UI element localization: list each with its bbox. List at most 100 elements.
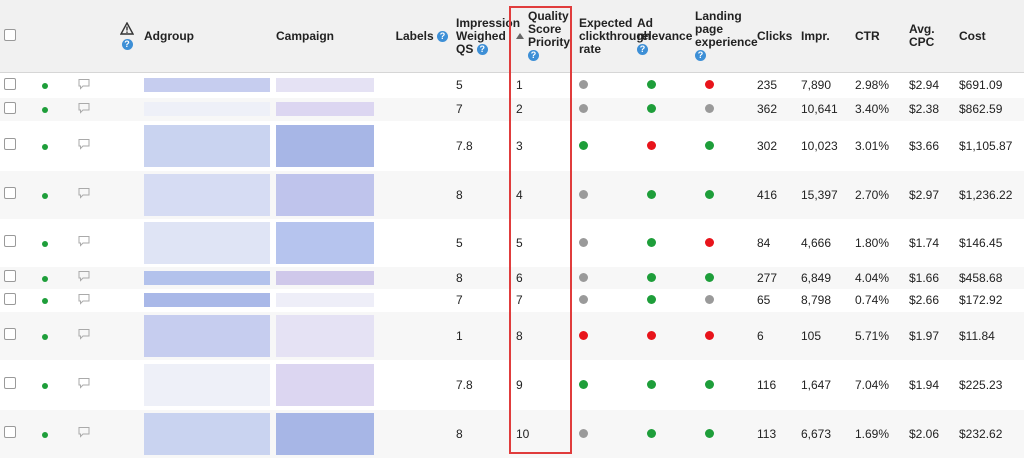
checkbox-cell[interactable] <box>0 170 38 219</box>
campaign-cell[interactable] <box>272 266 390 289</box>
comment-cell[interactable] <box>74 121 110 171</box>
ad-relevance-cell <box>633 170 691 219</box>
row-checkbox[interactable] <box>4 187 16 199</box>
comment-cell[interactable] <box>74 170 110 219</box>
row-checkbox[interactable] <box>4 77 16 90</box>
row-checkbox[interactable] <box>4 270 16 282</box>
status-cell <box>38 266 74 289</box>
warning-help-icon[interactable]: ? <box>121 38 133 50</box>
campaign-header[interactable]: Campaign <box>272 0 390 73</box>
adgroup-cell[interactable] <box>140 289 272 312</box>
adgroup-cell[interactable] <box>140 121 272 171</box>
checkbox-cell[interactable] <box>0 121 38 171</box>
enabled-status-icon <box>42 240 48 247</box>
adgroup-cell[interactable] <box>140 360 272 410</box>
table-row[interactable]: 8 6 277 6,849 4.04% $1.66 $458.68 <box>0 266 1024 289</box>
comment-icon[interactable] <box>78 102 90 114</box>
table-row[interactable]: 7.8 3 302 10,023 3.01% $3.66 $1,105.87 <box>0 121 1024 171</box>
labels-header[interactable]: Labels ? <box>390 0 452 73</box>
comment-icon[interactable] <box>78 270 90 282</box>
campaign-cell[interactable] <box>272 97 390 121</box>
table-row[interactable]: 5 5 84 4,666 1.80% $1.74 $146.45 <box>0 219 1024 267</box>
row-checkbox[interactable] <box>4 235 16 247</box>
adgroup-cell[interactable] <box>140 97 272 121</box>
table-row[interactable]: 8 4 416 15,397 2.70% $2.97 $1,236.22 <box>0 170 1024 219</box>
adgroup-cell[interactable] <box>140 219 272 267</box>
table-row[interactable]: 7.8 9 116 1,647 7.04% $1.94 $225.23 <box>0 360 1024 410</box>
cell-value: $3.66 <box>909 138 940 153</box>
landing-page-help-icon[interactable]: ? <box>695 50 706 62</box>
adgroup-header[interactable]: Adgroup <box>140 0 272 73</box>
comment-icon[interactable] <box>78 293 90 305</box>
cell-value: $691.09 <box>959 78 1003 93</box>
ad-relevance-help-icon[interactable]: ? <box>637 43 648 55</box>
expected-ctr-header[interactable]: Expected clickthrough rate <box>575 0 651 73</box>
comment-icon[interactable] <box>78 235 90 247</box>
adgroup-cell[interactable] <box>140 73 272 98</box>
expected-ctr-cell <box>575 121 633 171</box>
comment-icon[interactable] <box>78 78 90 90</box>
comment-cell[interactable] <box>74 266 110 289</box>
comment-cell[interactable] <box>74 73 110 98</box>
checkbox-cell[interactable] <box>0 311 38 360</box>
select-all-checkbox[interactable] <box>4 28 16 41</box>
table-row[interactable]: 8 10 113 6,673 1.69% $2.06 $232.62 <box>0 409 1024 458</box>
cell-value: $1,105.87 <box>959 138 1013 153</box>
comment-cell[interactable] <box>74 360 110 410</box>
ctr-header[interactable]: CTR <box>851 0 905 73</box>
row-checkbox[interactable] <box>4 138 16 150</box>
qs-help-icon[interactable]: ? <box>476 43 488 55</box>
comment-cell[interactable] <box>74 219 110 267</box>
avg-cpc-header[interactable]: Avg. CPC <box>905 0 955 73</box>
adgroup-cell[interactable] <box>140 266 272 289</box>
comment-icon[interactable] <box>78 328 90 340</box>
clicks-header[interactable]: Clicks <box>753 0 797 73</box>
comment-icon[interactable] <box>78 138 90 150</box>
row-checkbox[interactable] <box>4 426 16 438</box>
row-checkbox[interactable] <box>4 377 16 389</box>
row-checkbox[interactable] <box>4 292 16 305</box>
adgroup-cell[interactable] <box>140 170 272 219</box>
table-row[interactable]: 1 8 6 105 5.71% $1.97 $11.84 <box>0 311 1024 360</box>
comment-icon[interactable] <box>78 377 90 389</box>
checkbox-cell[interactable] <box>0 73 38 98</box>
checkbox-cell[interactable] <box>0 360 38 410</box>
campaign-cell[interactable] <box>272 73 390 98</box>
cell-value: 7 <box>516 293 523 307</box>
comment-cell[interactable] <box>74 409 110 458</box>
table-row[interactable]: 7 7 65 8,798 0.74% $2.66 $172.92 <box>0 289 1024 312</box>
landing-page-header[interactable]: Landing page experience ? <box>691 0 758 73</box>
comment-cell[interactable] <box>74 97 110 121</box>
checkbox-cell[interactable] <box>0 97 38 121</box>
labels-help-icon[interactable]: ? <box>437 30 448 42</box>
campaign-cell[interactable] <box>272 289 390 312</box>
adgroup-cell[interactable] <box>140 311 272 360</box>
ad-relevance-header[interactable]: Ad relevance ? <box>633 0 692 73</box>
qs-priority-header[interactable]: Quality Score Priority ? <box>512 0 575 73</box>
table-row[interactable]: 7 2 362 10,641 3.40% $2.38 $862.59 <box>0 97 1024 121</box>
checkbox-cell[interactable] <box>0 266 38 289</box>
campaign-cell[interactable] <box>272 311 390 360</box>
priority-help-icon[interactable]: ? <box>528 50 539 62</box>
campaign-cell[interactable] <box>272 219 390 267</box>
cost-header[interactable]: Cost <box>955 0 1024 73</box>
select-all-header <box>0 0 38 73</box>
campaign-cell[interactable] <box>272 121 390 171</box>
comment-cell[interactable] <box>74 311 110 360</box>
adgroup-cell[interactable] <box>140 409 272 458</box>
campaign-cell[interactable] <box>272 170 390 219</box>
comment-icon[interactable] <box>78 187 90 199</box>
impr-header[interactable]: Impr. <box>797 0 851 73</box>
cell-value: 10 <box>516 426 530 441</box>
checkbox-cell[interactable] <box>0 219 38 267</box>
row-checkbox[interactable] <box>4 328 16 340</box>
campaign-cell[interactable] <box>272 409 390 458</box>
checkbox-cell[interactable] <box>0 289 38 312</box>
table-row[interactable]: 5 1 235 7,890 2.98% $2.94 $691.09 <box>0 73 1024 98</box>
checkbox-cell[interactable] <box>0 409 38 458</box>
comment-cell[interactable] <box>74 289 110 312</box>
impression-weighed-qs-header[interactable]: Impression Weighed QS ? <box>452 0 520 73</box>
row-checkbox[interactable] <box>4 101 16 114</box>
campaign-cell[interactable] <box>272 360 390 410</box>
comment-icon[interactable] <box>78 426 90 438</box>
